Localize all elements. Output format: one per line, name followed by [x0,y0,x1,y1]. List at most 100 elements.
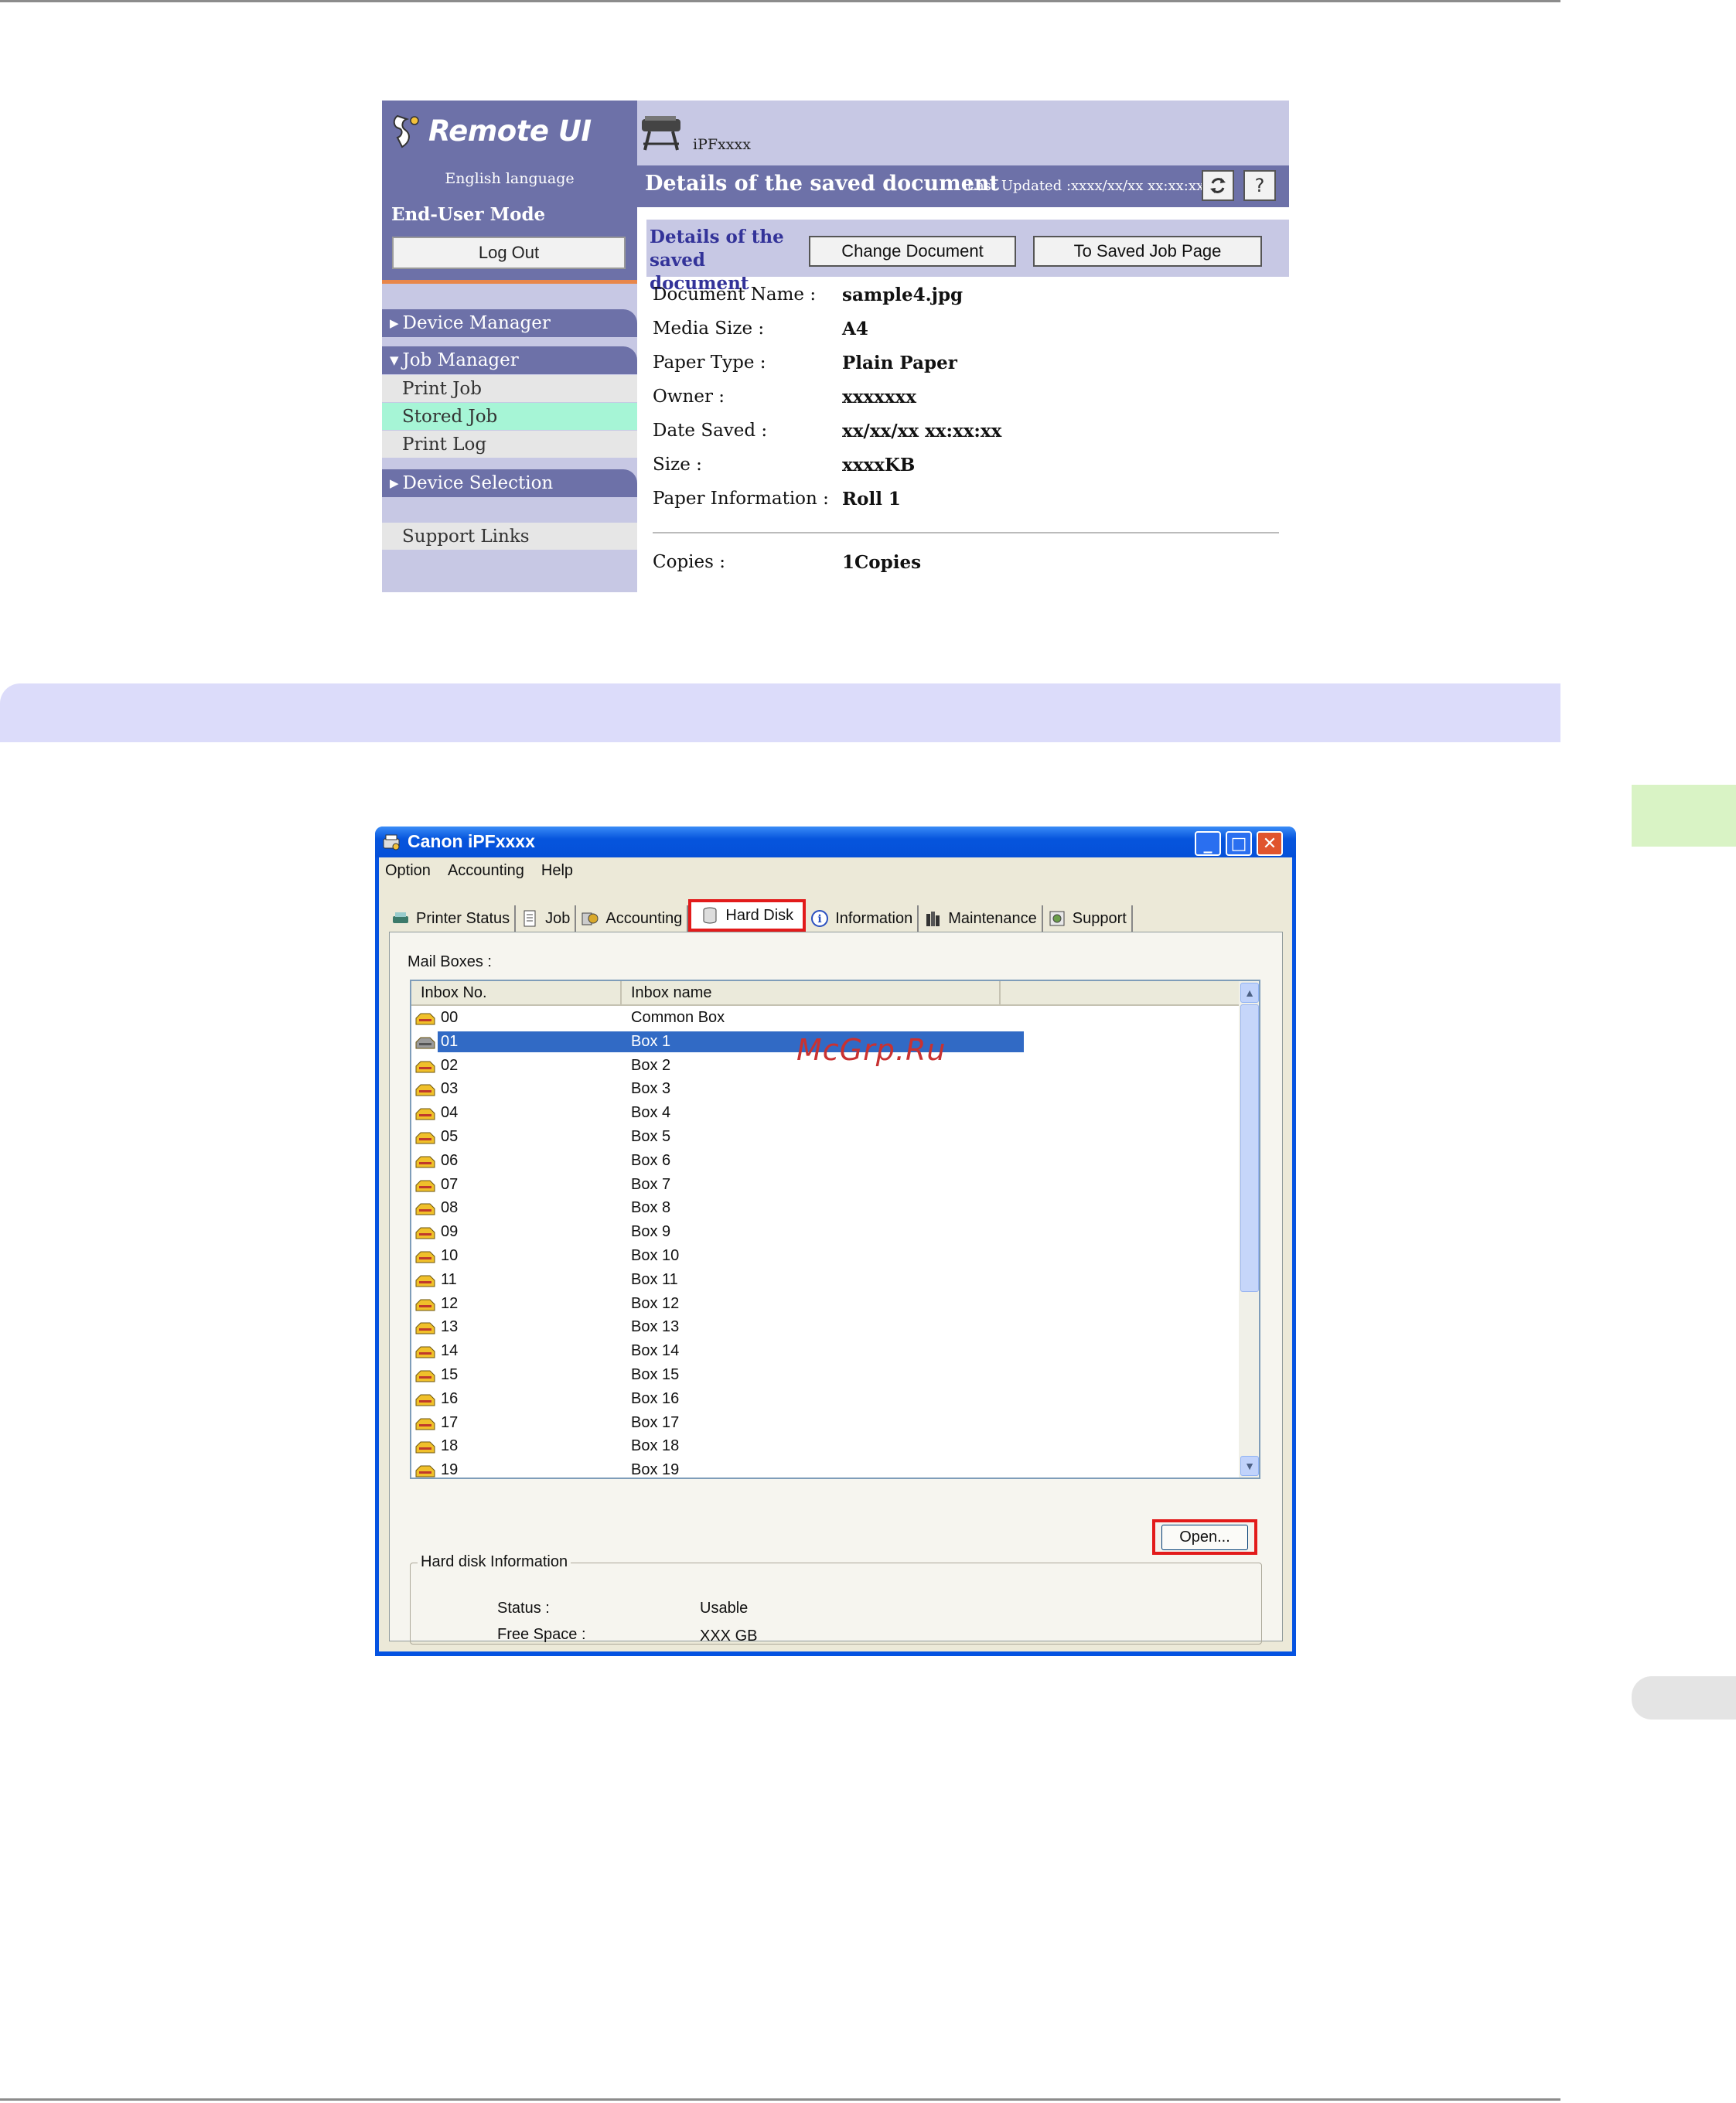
list-item[interactable]: 16 Box 16 [411,1387,1239,1411]
chapter-tab [1632,785,1736,847]
inbox-icon [415,1203,435,1215]
detail-value: xx/xx/xx xx:xx:xx [842,421,1002,441]
user-mode-label: End-User Mode [391,204,546,225]
inbox-icon [415,1370,435,1382]
status-value: Usable [700,1600,749,1617]
column-inbox-name[interactable]: Inbox name [622,981,1001,1004]
scroll-thumb[interactable] [1240,1004,1259,1292]
inbox-name: Box 4 [631,1104,671,1122]
inbox-icon [415,1227,435,1239]
inbox-name: Box 6 [631,1151,671,1169]
window-title: Canon iPFxxxx [408,831,535,851]
remote-ui-screenshot: Remote UI English language End-User Mode… [382,101,1289,592]
inbox-number: 14 [441,1342,459,1360]
close-icon: ✕ [1262,833,1277,854]
inbox-number: 02 [441,1056,459,1074]
tab-label: Support [1072,909,1127,927]
inbox-number: 15 [441,1365,459,1383]
tab-hard-disk[interactable]: Hard Disk [688,899,807,932]
inbox-number: 08 [441,1199,459,1217]
maximize-button[interactable]: □ [1226,831,1252,856]
list-item[interactable]: 07 Box 7 [411,1173,1239,1197]
help-button[interactable]: ? [1243,170,1276,201]
nav-job-submenu: Print Job Stored Job Print Log [382,375,637,458]
inbox-number: 11 [441,1270,457,1288]
tab-printer-status[interactable]: Printer Status [387,905,517,932]
list-item[interactable]: 15 Box 15 [411,1363,1239,1387]
inbox-name: Box 18 [631,1437,680,1455]
list-item[interactable]: 00 Common Box [411,1006,1239,1030]
inbox-number: 09 [441,1223,459,1241]
list-item[interactable]: 10 Box 10 [411,1244,1239,1268]
detail-value: xxxxxxx [842,387,916,407]
list-item[interactable]: 05 Box 5 [411,1125,1239,1149]
list-item[interactable]: 08 Box 8 [411,1196,1239,1220]
list-item[interactable]: 11 Box 11 [411,1268,1239,1292]
nav-device-selection[interactable]: ▶ Device Selection [382,469,637,497]
inbox-name: Box 2 [631,1056,671,1074]
nav-job-manager[interactable]: ▼ Job Manager [382,346,637,374]
nav-support-links[interactable]: Support Links [382,523,637,550]
main-header: iPFxxxx [637,101,1289,165]
remote-ui-logo-text: Remote UI [428,114,592,148]
change-document-button[interactable]: Change Document [809,236,1016,267]
nav-device-manager[interactable]: ▶ Device Manager [382,309,637,337]
inbox-icon [415,1299,435,1311]
menu-accounting[interactable]: Accounting [448,862,524,880]
scroll-down-button[interactable]: ▼ [1240,1456,1259,1476]
last-updated: Last Updated :xxxx/xx/xx xx:xx:xx [967,178,1205,194]
inbox-icon [415,1418,435,1430]
inbox-icon [415,1037,435,1049]
column-inbox-no[interactable]: Inbox No. [411,981,622,1004]
inbox-name: Box 17 [631,1413,680,1431]
inbox-number: 00 [441,1009,459,1026]
page-title: Details of the saved document [645,172,1000,196]
list-item[interactable]: 18 Box 18 [411,1434,1239,1458]
logout-button[interactable]: Log Out [392,237,626,269]
window-title-bar[interactable]: Canon iPFxxxx _ □ ✕ [375,827,1296,857]
minimize-button[interactable]: _ [1195,831,1221,856]
refresh-button[interactable] [1202,170,1234,201]
list-item[interactable]: 09 Box 9 [411,1220,1239,1244]
tab-maintenance[interactable]: Maintenance [919,905,1043,932]
inbox-icon [415,1441,435,1454]
inbox-name: Box 13 [631,1318,680,1336]
shared-inbox-icon [415,1013,435,1025]
menu-help[interactable]: Help [541,862,573,880]
nav-print-log[interactable]: Print Log [382,431,637,458]
list-item[interactable]: 04 Box 4 [411,1101,1239,1125]
chevron-up-icon: ▲ [1244,987,1255,999]
detail-value: Roll 1 [842,489,901,510]
list-item[interactable]: 03 Box 3 [411,1077,1239,1101]
list-rows: 00 Common Box 01 Box 1 02 Box 2 03 Box 3 04 Box 4… [411,1006,1239,1478]
maximize-icon: □ [1230,833,1247,854]
nav-stored-job[interactable]: Stored Job [382,403,637,431]
list-item[interactable]: 06 Box 6 [411,1149,1239,1173]
detail-label: Date Saved : [653,421,768,441]
remote-ui-sidebar: Remote UI English language End-User Mode… [382,101,637,592]
nav-print-job[interactable]: Print Job [382,375,637,403]
inbox-name: Common Box [631,1009,725,1026]
tab-label: Job [545,909,571,927]
list-item[interactable]: 13 Box 13 [411,1315,1239,1339]
menu-option[interactable]: Option [385,862,431,880]
to-saved-job-page-button[interactable]: To Saved Job Page [1033,236,1262,267]
detail-label: Size : [653,455,702,475]
list-item[interactable]: 17 Box 17 [411,1411,1239,1435]
tab-job[interactable]: Job [516,905,577,932]
inbox-icon [415,1465,435,1478]
inbox-name: Box 14 [631,1342,680,1360]
list-item[interactable]: 12 Box 12 [411,1292,1239,1316]
close-button[interactable]: ✕ [1257,831,1283,856]
inbox-number: 04 [441,1104,459,1122]
svg-text:i: i [818,913,822,925]
tab-accounting[interactable]: Accounting [576,905,689,932]
scroll-up-button[interactable]: ▲ [1240,983,1259,1003]
document-icon [524,910,536,927]
vertical-scrollbar[interactable]: ▲ ▼ [1239,981,1259,1478]
open-button[interactable]: Open... [1161,1524,1248,1550]
tab-support[interactable]: Support [1043,905,1133,932]
list-item[interactable]: 19 Box 19 [411,1458,1239,1478]
tab-information[interactable]: i Information [806,905,919,932]
list-item[interactable]: 14 Box 14 [411,1339,1239,1363]
